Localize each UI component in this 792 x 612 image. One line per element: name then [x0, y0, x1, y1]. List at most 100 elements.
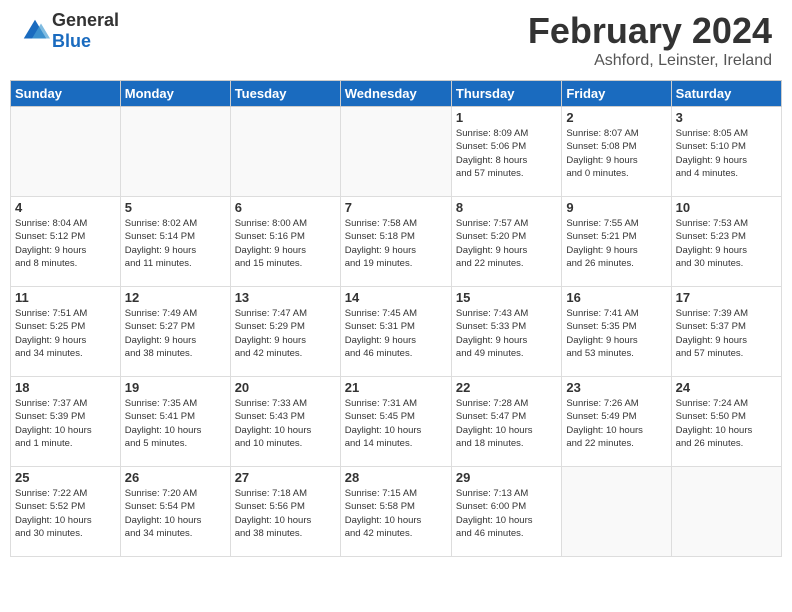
- day-cell: 9Sunrise: 7:55 AM Sunset: 5:21 PM Daylig…: [562, 197, 671, 287]
- day-number: 13: [235, 290, 336, 305]
- day-info: Sunrise: 8:05 AM Sunset: 5:10 PM Dayligh…: [676, 127, 777, 180]
- week-row-4: 18 Sunrise: 7:37 AM Sunset: 5:39 PM Dayli…: [11, 377, 782, 467]
- day-cell: 5 Sunrise: 8:02 AM Sunset: 5:14 PM Daylig…: [120, 197, 230, 287]
- day-cell: 6 Sunrise: 8:00 AM Sunset: 5:16 PM Daylig…: [230, 197, 340, 287]
- col-sunday: Sunday: [11, 81, 121, 107]
- day-number: 12: [125, 290, 226, 305]
- day-number: 18: [15, 380, 116, 395]
- day-number: 11: [15, 290, 116, 305]
- day-cell: 14 Sunrise: 7:45 AM Sunset: 5:31 PM Dayli…: [340, 287, 451, 377]
- day-cell: 18 Sunrise: 7:37 AM Sunset: 5:39 PM Dayli…: [11, 377, 121, 467]
- col-tuesday: Tuesday: [230, 81, 340, 107]
- day-number: 24: [676, 380, 777, 395]
- day-cell: 27 Sunrise: 7:18 AM Sunset: 5:56 PM Dayli…: [230, 467, 340, 557]
- day-number: 27: [235, 470, 336, 485]
- day-cell: 19Sunrise: 7:35 AM Sunset: 5:41 PM Dayli…: [120, 377, 230, 467]
- day-info: Sunrise: 8:09 AM Sunset: 5:06 PM Dayligh…: [456, 127, 557, 180]
- week-row-3: 11 Sunrise: 7:51 AM Sunset: 5:25 PM Dayli…: [11, 287, 782, 377]
- day-info: Sunrise: 7:13 AM Sunset: 6:00 PM Dayligh…: [456, 487, 557, 540]
- day-number: 1: [456, 110, 557, 125]
- day-info: Sunrise: 7:53 AM Sunset: 5:23 PM Dayligh…: [676, 217, 777, 270]
- day-cell: 10 Sunrise: 7:53 AM Sunset: 5:23 PM Dayli…: [671, 197, 781, 287]
- day-info: Sunrise: 7:18 AM Sunset: 5:56 PM Dayligh…: [235, 487, 336, 540]
- day-cell: 21Sunrise: 7:31 AM Sunset: 5:45 PM Dayli…: [340, 377, 451, 467]
- day-info: Sunrise: 7:43 AM Sunset: 5:33 PM Dayligh…: [456, 307, 557, 360]
- day-info: Sunrise: 7:26 AM Sunset: 5:49 PM Dayligh…: [566, 397, 666, 450]
- day-info: Sunrise: 7:28 AM Sunset: 5:47 PM Dayligh…: [456, 397, 557, 450]
- col-thursday: Thursday: [451, 81, 561, 107]
- day-cell: 13 Sunrise: 7:47 AM Sunset: 5:29 PM Dayli…: [230, 287, 340, 377]
- day-number: 5: [125, 200, 226, 215]
- day-number: 15: [456, 290, 557, 305]
- day-cell: 20 Sunrise: 7:33 AM Sunset: 5:43 PM Dayli…: [230, 377, 340, 467]
- day-info: Sunrise: 7:45 AM Sunset: 5:31 PM Dayligh…: [345, 307, 447, 360]
- week-row-5: 25Sunrise: 7:22 AM Sunset: 5:52 PM Dayli…: [11, 467, 782, 557]
- day-info: Sunrise: 7:57 AM Sunset: 5:20 PM Dayligh…: [456, 217, 557, 270]
- day-cell: [11, 107, 121, 197]
- day-info: Sunrise: 8:04 AM Sunset: 5:12 PM Dayligh…: [15, 217, 116, 270]
- day-info: Sunrise: 7:31 AM Sunset: 5:45 PM Dayligh…: [345, 397, 447, 450]
- logo: General Blue: [20, 10, 119, 52]
- logo-general: General: [52, 10, 119, 31]
- day-cell: 11 Sunrise: 7:51 AM Sunset: 5:25 PM Dayli…: [11, 287, 121, 377]
- week-row-2: 4 Sunrise: 8:04 AM Sunset: 5:12 PM Daylig…: [11, 197, 782, 287]
- day-cell: 23 Sunrise: 7:26 AM Sunset: 5:49 PM Dayli…: [562, 377, 671, 467]
- day-number: 2: [566, 110, 666, 125]
- day-number: 28: [345, 470, 447, 485]
- day-number: 7: [345, 200, 447, 215]
- col-friday: Friday: [562, 81, 671, 107]
- day-number: 14: [345, 290, 447, 305]
- day-number: 20: [235, 380, 336, 395]
- day-cell: 29 Sunrise: 7:13 AM Sunset: 6:00 PM Dayli…: [451, 467, 561, 557]
- day-info: Sunrise: 7:39 AM Sunset: 5:37 PM Dayligh…: [676, 307, 777, 360]
- day-number: 26: [125, 470, 226, 485]
- day-number: 4: [15, 200, 116, 215]
- day-info: Sunrise: 7:33 AM Sunset: 5:43 PM Dayligh…: [235, 397, 336, 450]
- day-info: Sunrise: 7:24 AM Sunset: 5:50 PM Dayligh…: [676, 397, 777, 450]
- day-number: 22: [456, 380, 557, 395]
- week-row-1: 1 Sunrise: 8:09 AM Sunset: 5:06 PM Daylig…: [11, 107, 782, 197]
- day-number: 23: [566, 380, 666, 395]
- header: General Blue February 2024 Ashford, Lein…: [0, 0, 792, 75]
- col-saturday: Saturday: [671, 81, 781, 107]
- day-info: Sunrise: 8:00 AM Sunset: 5:16 PM Dayligh…: [235, 217, 336, 270]
- day-cell: 4 Sunrise: 8:04 AM Sunset: 5:12 PM Daylig…: [11, 197, 121, 287]
- col-wednesday: Wednesday: [340, 81, 451, 107]
- day-info: Sunrise: 8:02 AM Sunset: 5:14 PM Dayligh…: [125, 217, 226, 270]
- day-cell: [340, 107, 451, 197]
- day-cell: 3 Sunrise: 8:05 AM Sunset: 5:10 PM Daylig…: [671, 107, 781, 197]
- day-cell: 12 Sunrise: 7:49 AM Sunset: 5:27 PM Dayli…: [120, 287, 230, 377]
- day-cell: [230, 107, 340, 197]
- logo-blue: Blue: [52, 31, 119, 52]
- day-number: 29: [456, 470, 557, 485]
- day-cell: [120, 107, 230, 197]
- day-info: Sunrise: 7:58 AM Sunset: 5:18 PM Dayligh…: [345, 217, 447, 270]
- day-number: 9: [566, 200, 666, 215]
- day-info: Sunrise: 7:20 AM Sunset: 5:54 PM Dayligh…: [125, 487, 226, 540]
- day-cell: 16Sunrise: 7:41 AM Sunset: 5:35 PM Dayli…: [562, 287, 671, 377]
- title-section: February 2024 Ashford, Leinster, Ireland: [528, 10, 772, 70]
- day-number: 3: [676, 110, 777, 125]
- calendar-table: Sunday Monday Tuesday Wednesday Thursday…: [10, 80, 782, 557]
- day-info: Sunrise: 8:07 AM Sunset: 5:08 PM Dayligh…: [566, 127, 666, 180]
- month-year-title: February 2024: [528, 10, 772, 52]
- day-cell: 7 Sunrise: 7:58 AM Sunset: 5:18 PM Daylig…: [340, 197, 451, 287]
- day-cell: 26 Sunrise: 7:20 AM Sunset: 5:54 PM Dayli…: [120, 467, 230, 557]
- day-number: 10: [676, 200, 777, 215]
- day-info: Sunrise: 7:37 AM Sunset: 5:39 PM Dayligh…: [15, 397, 116, 450]
- location-title: Ashford, Leinster, Ireland: [528, 52, 772, 70]
- day-info: Sunrise: 7:49 AM Sunset: 5:27 PM Dayligh…: [125, 307, 226, 360]
- day-number: 19: [125, 380, 226, 395]
- day-cell: 25Sunrise: 7:22 AM Sunset: 5:52 PM Dayli…: [11, 467, 121, 557]
- day-cell: 8Sunrise: 7:57 AM Sunset: 5:20 PM Daylig…: [451, 197, 561, 287]
- day-info: Sunrise: 7:41 AM Sunset: 5:35 PM Dayligh…: [566, 307, 666, 360]
- day-number: 6: [235, 200, 336, 215]
- logo-icon: [20, 16, 50, 46]
- day-cell: [671, 467, 781, 557]
- day-info: Sunrise: 7:47 AM Sunset: 5:29 PM Dayligh…: [235, 307, 336, 360]
- day-cell: 2 Sunrise: 8:07 AM Sunset: 5:08 PM Daylig…: [562, 107, 671, 197]
- day-number: 17: [676, 290, 777, 305]
- day-info: Sunrise: 7:51 AM Sunset: 5:25 PM Dayligh…: [15, 307, 116, 360]
- day-cell: 22 Sunrise: 7:28 AM Sunset: 5:47 PM Dayli…: [451, 377, 561, 467]
- day-cell: 24 Sunrise: 7:24 AM Sunset: 5:50 PM Dayli…: [671, 377, 781, 467]
